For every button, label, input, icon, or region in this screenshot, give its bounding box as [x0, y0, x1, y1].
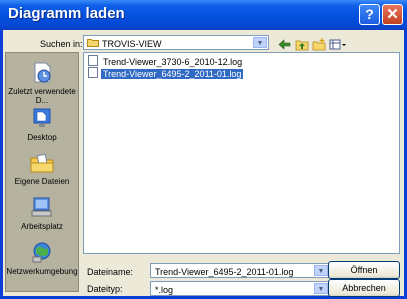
file-list[interactable]: Trend-Viewer_3730-6_2010-12.log Trend-Vi… — [83, 52, 400, 254]
back-arrow-icon[interactable] — [278, 38, 292, 51]
close-button[interactable]: ✕ — [382, 4, 403, 25]
place-network[interactable]: Netzwerkumgebung — [6, 241, 78, 276]
dialog-title: Diagramm laden — [8, 5, 125, 22]
folder-icon — [87, 39, 99, 47]
place-recent[interactable]: Zuletzt verwendete D... — [6, 61, 78, 105]
file-item[interactable]: Trend-Viewer_3730-6_2010-12.log — [88, 55, 244, 67]
recent-documents-icon — [34, 62, 51, 83]
dialog-window: Diagramm laden ? ✕ Suchen in: TROVIS-VIE… — [0, 0, 407, 299]
places-bar: Zuletzt verwendete D... Desktop Eigene D… — [5, 52, 79, 292]
chevron-down-icon[interactable]: ▼ — [314, 283, 328, 294]
desktop-icon — [33, 108, 51, 127]
file-type-label: Dateityp: — [87, 284, 123, 294]
title-bar[interactable]: Diagramm laden ? ✕ — [0, 0, 407, 30]
file-type-value: *.log — [155, 285, 174, 295]
file-item-selected[interactable]: Trend-Viewer_6495-2_2011-01.log — [88, 67, 244, 79]
chevron-down-icon[interactable]: ▼ — [253, 37, 267, 48]
look-in-label: Suchen in: — [40, 39, 83, 49]
my-computer-icon — [31, 197, 52, 217]
look-in-combobox[interactable]: TROVIS-VIEW ▼ — [83, 35, 269, 50]
dialog-body: Suchen in: TROVIS-VIEW ▼ Zuletzt verwend… — [3, 30, 404, 297]
place-network-label: Netzwerkumgebung — [6, 267, 78, 276]
place-my-computer[interactable]: Arbeitsplatz — [6, 196, 78, 231]
chevron-down-icon[interactable]: ▼ — [314, 265, 328, 276]
file-name: Trend-Viewer_6495-2_2011-01.log — [101, 69, 244, 79]
file-type-combobox[interactable]: *.log ▼ — [150, 281, 330, 296]
up-folder-icon[interactable] — [295, 38, 309, 51]
open-button[interactable]: Öffnen — [328, 261, 400, 279]
text-file-icon — [88, 55, 98, 66]
file-name-label: Dateiname: — [87, 267, 134, 277]
file-name: Trend-Viewer_3730-6_2010-12.log — [103, 57, 243, 67]
cancel-button[interactable]: Abbrechen — [328, 279, 400, 297]
view-menu-icon[interactable] — [329, 38, 347, 51]
place-my-documents-label: Eigene Dateien — [14, 177, 70, 186]
new-folder-icon[interactable] — [312, 38, 326, 51]
my-documents-icon — [30, 153, 54, 173]
file-name-value: Trend-Viewer_6495-2_2011-01.log — [155, 267, 294, 277]
help-button[interactable]: ? — [359, 4, 380, 25]
look-in-value: TROVIS-VIEW — [102, 39, 162, 49]
network-icon — [32, 242, 51, 263]
place-desktop-label: Desktop — [27, 133, 57, 142]
file-name-combobox[interactable]: Trend-Viewer_6495-2_2011-01.log ▼ — [150, 263, 330, 278]
place-my-computer-label: Arbeitsplatz — [21, 222, 63, 231]
place-my-documents[interactable]: Eigene Dateien — [6, 151, 78, 186]
place-recent-label: Zuletzt verwendete D... — [8, 87, 76, 105]
text-file-icon — [88, 67, 98, 78]
place-desktop[interactable]: Desktop — [6, 107, 78, 142]
